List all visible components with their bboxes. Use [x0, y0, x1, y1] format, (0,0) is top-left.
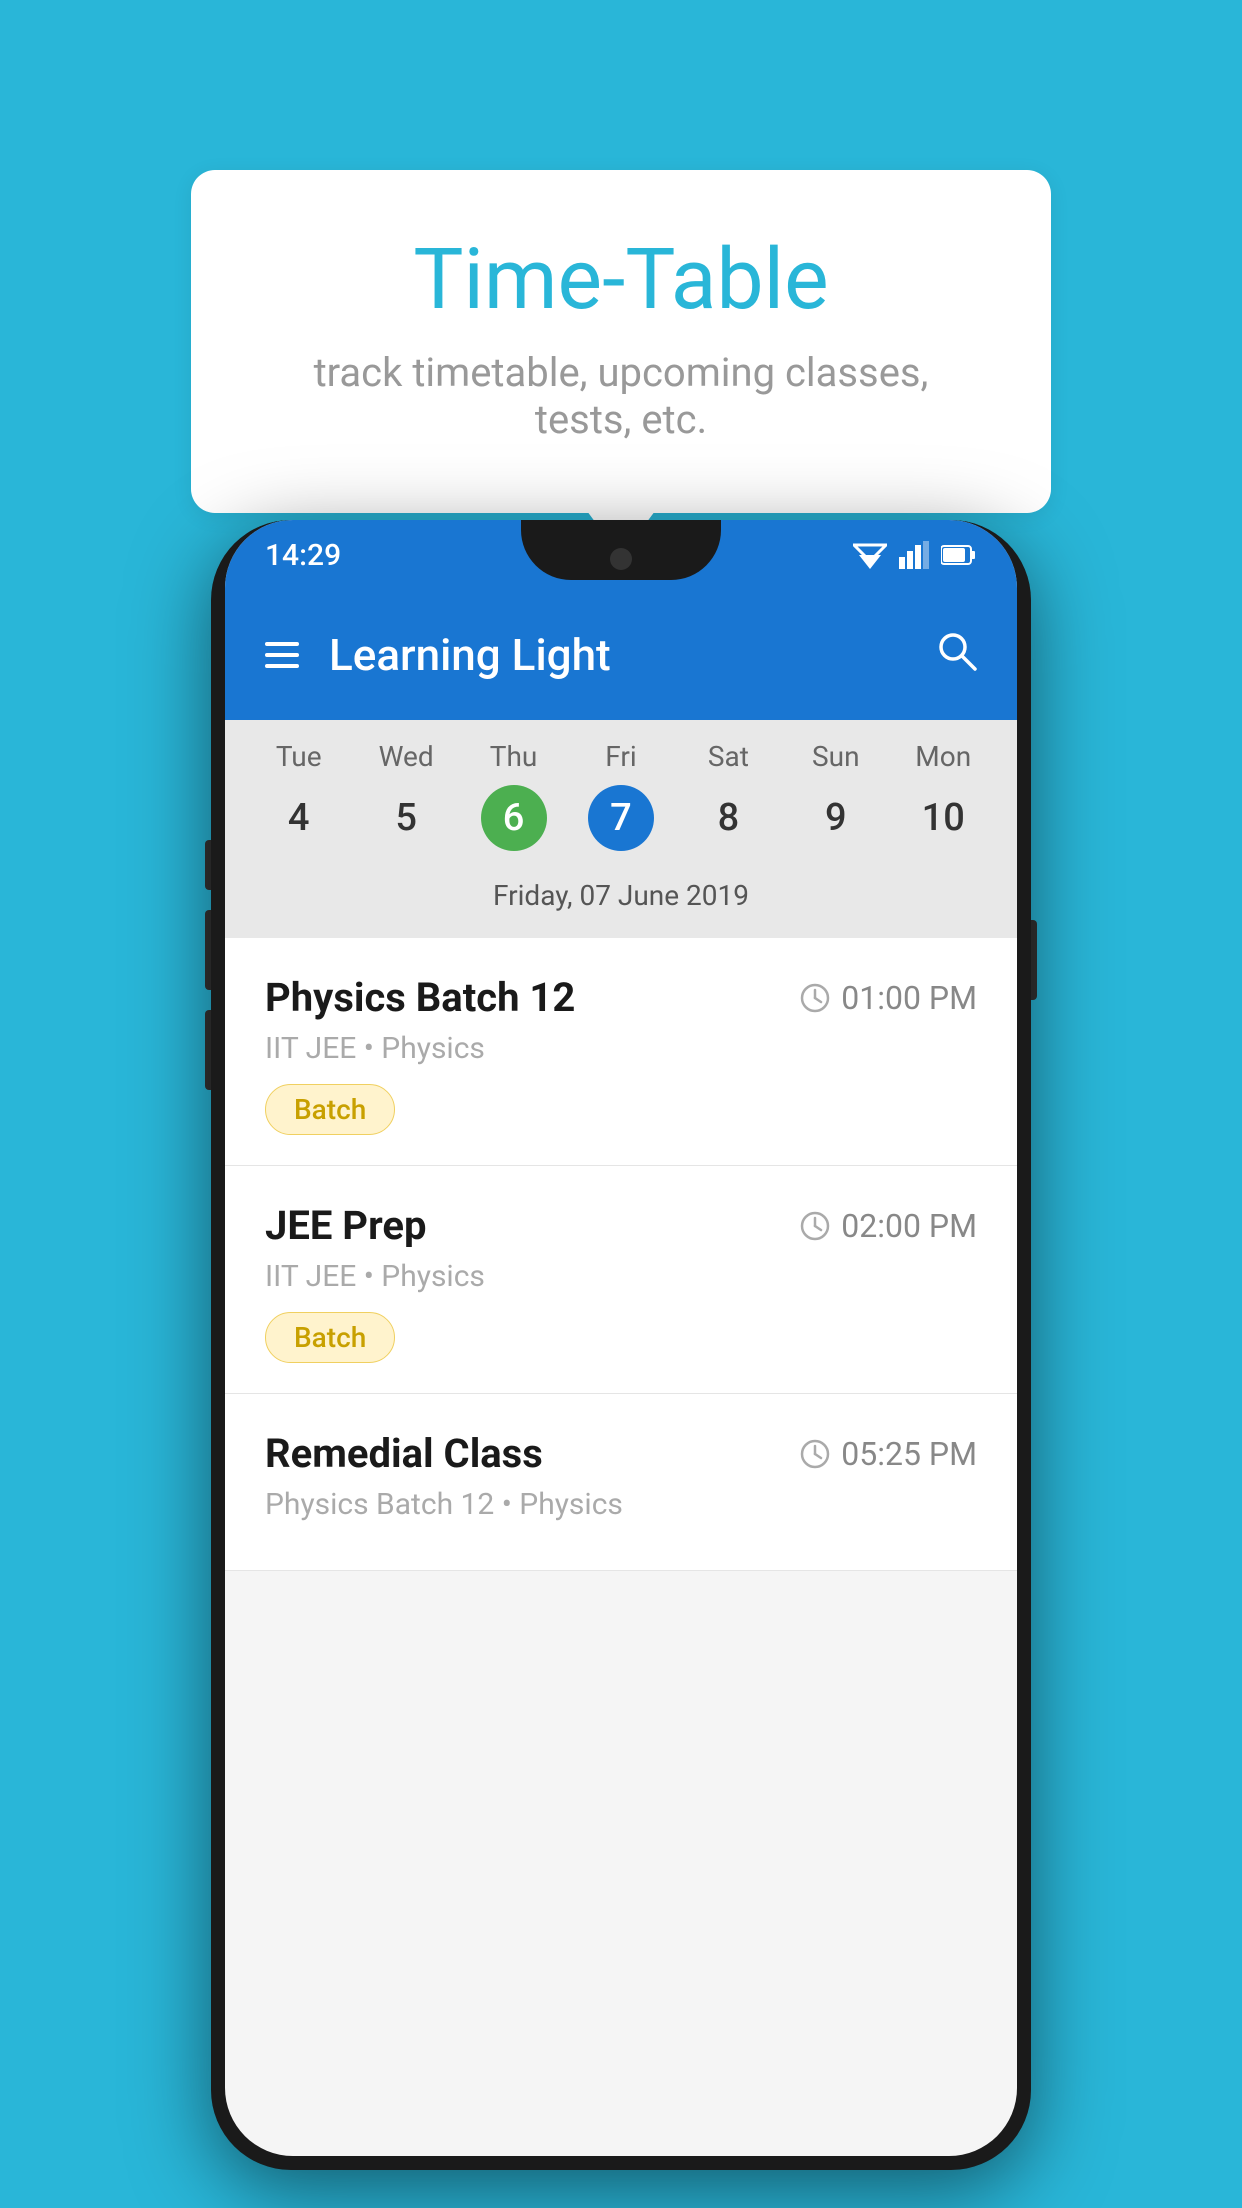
item-course: IIT JEE • Physics: [265, 1031, 977, 1066]
schedule-list: Physics Batch 12 01:00 PM IIT JEE • Physic…: [225, 938, 1017, 1571]
camera: [610, 548, 632, 570]
clock-icon: [799, 1438, 831, 1470]
day-number[interactable]: 8: [695, 785, 761, 851]
app-title: Learning Light: [329, 629, 935, 681]
day-name: Tue: [276, 740, 322, 773]
day-col[interactable]: Fri 7: [571, 740, 671, 851]
day-name: Fri: [605, 740, 636, 773]
day-col[interactable]: Wed 5: [356, 740, 456, 851]
day-name: Sat: [708, 740, 749, 773]
day-number[interactable]: 7: [588, 785, 654, 851]
app-header: Learning Light: [225, 590, 1017, 720]
signal-icon: [899, 541, 929, 569]
day-col[interactable]: Sat 8: [678, 740, 778, 851]
clock-icon: [799, 982, 831, 1014]
batch-tag[interactable]: Batch: [265, 1312, 395, 1363]
day-col[interactable]: Thu 6: [464, 740, 564, 851]
item-name: Remedial Class: [265, 1430, 543, 1477]
status-icons: [853, 541, 977, 569]
day-name: Mon: [915, 740, 971, 773]
schedule-item[interactable]: JEE Prep 02:00 PM IIT JEE • Physics Batch: [225, 1166, 1017, 1394]
item-time: 02:00 PM: [799, 1207, 977, 1245]
day-number[interactable]: 5: [373, 785, 439, 851]
status-time: 14:29: [265, 538, 341, 573]
phone-frame: 14:29: [211, 520, 1031, 2170]
tooltip-card: Time-Table track timetable, upcoming cla…: [191, 170, 1051, 513]
selected-date-label: Friday, 07 June 2019: [225, 865, 1017, 928]
card-title: Time-Table: [271, 230, 971, 329]
day-name: Thu: [490, 740, 538, 773]
battery-icon: [941, 544, 977, 566]
day-col[interactable]: Mon 10: [893, 740, 993, 851]
item-name: Physics Batch 12: [265, 974, 575, 1021]
day-col[interactable]: Tue 4: [249, 740, 349, 851]
day-number[interactable]: 9: [803, 785, 869, 851]
day-number[interactable]: 10: [910, 785, 976, 851]
days-row: Tue 4 Wed 5 Thu 6 Fri 7 Sat 8 Sun 9 Mon 10: [225, 740, 1017, 851]
schedule-item[interactable]: Physics Batch 12 01:00 PM IIT JEE • Physic…: [225, 938, 1017, 1166]
item-course: IIT JEE • Physics: [265, 1259, 977, 1294]
schedule-item[interactable]: Remedial Class 05:25 PM Physics Batch 12 •…: [225, 1394, 1017, 1571]
menu-button[interactable]: [265, 642, 299, 668]
batch-tag[interactable]: Batch: [265, 1084, 395, 1135]
day-number[interactable]: 4: [266, 785, 332, 851]
day-number[interactable]: 6: [481, 785, 547, 851]
item-time: 05:25 PM: [799, 1435, 977, 1473]
phone-screen: 14:29: [225, 520, 1017, 2156]
card-subtitle: track timetable, upcoming classes, tests…: [271, 349, 971, 443]
notch: [521, 520, 721, 580]
clock-icon: [799, 1210, 831, 1242]
item-time: 01:00 PM: [799, 979, 977, 1017]
calendar-strip: Tue 4 Wed 5 Thu 6 Fri 7 Sat 8 Sun 9 Mon 10 Friday, 07…: [225, 720, 1017, 938]
wifi-icon: [853, 541, 887, 569]
item-name: JEE Prep: [265, 1202, 426, 1249]
day-name: Sun: [812, 740, 860, 773]
day-name: Wed: [379, 740, 434, 773]
phone-wrapper: 14:29: [211, 520, 1031, 2170]
day-col[interactable]: Sun 9: [786, 740, 886, 851]
item-course: Physics Batch 12 • Physics: [265, 1487, 977, 1522]
search-icon[interactable]: [935, 629, 977, 681]
